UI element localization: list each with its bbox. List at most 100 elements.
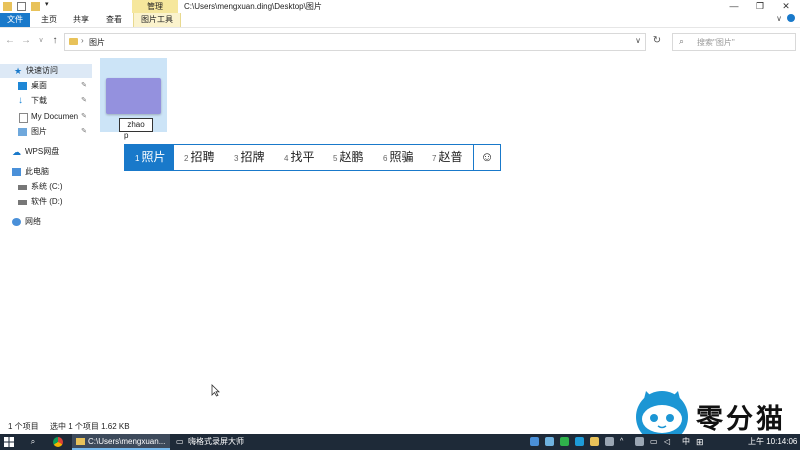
- ime-candidate-6[interactable]: 6 照骗: [383, 145, 413, 170]
- taskbar: ⌕ C:\Users\mengxuan... ▭ 嗨格式录屏大师 ^ ▭ ◁ 中…: [0, 434, 800, 450]
- nav-this-pc[interactable]: 此电脑: [0, 165, 92, 179]
- ime-candidate-3[interactable]: 3 招牌: [234, 145, 264, 170]
- taskbar-recorder-label: 嗨格式录屏大师: [188, 437, 244, 446]
- nav-item-downloads[interactable]: ↓ 下载 ✎: [0, 94, 92, 108]
- ime-layout-icon[interactable]: ⊞: [696, 434, 704, 450]
- nav-label: 软件 (D:): [31, 197, 63, 206]
- chevron-down-icon[interactable]: ∨: [635, 36, 641, 45]
- folder-icon: [69, 38, 78, 45]
- tab-view[interactable]: 查看: [101, 13, 127, 27]
- desktop-icon: [18, 82, 27, 90]
- folder-icon: [3, 2, 12, 11]
- pin-icon: ✎: [81, 128, 87, 135]
- nav-drive-c[interactable]: 系统 (C:): [0, 180, 92, 194]
- tab-home[interactable]: 主页: [36, 13, 62, 27]
- recent-locations-icon[interactable]: ∨: [35, 35, 47, 47]
- forward-arrow-icon[interactable]: →: [20, 35, 32, 47]
- ime-candidate-bar: 1 照片 2 招聘 3 招牌 4 找平 5 赵鹏 6 照骗 7 赵普 ☺: [124, 144, 501, 171]
- nav-wps-drive[interactable]: ☁ WPS网盘: [0, 145, 92, 159]
- back-arrow-icon[interactable]: ←: [4, 35, 16, 47]
- drive-icon: [18, 200, 27, 205]
- nav-label: WPS网盘: [25, 147, 60, 156]
- manage-tab[interactable]: 管理: [132, 0, 178, 13]
- mouse-cursor-icon: [211, 384, 220, 397]
- search-icon[interactable]: ⌕: [27, 434, 39, 450]
- tab-picture-tools[interactable]: 图片工具: [133, 13, 181, 27]
- tray-app-icon[interactable]: [635, 437, 644, 446]
- breadcrumb-pictures[interactable]: 图片: [89, 37, 105, 48]
- nav-network[interactable]: 网络: [0, 215, 92, 229]
- tray-app-icon[interactable]: [530, 437, 539, 446]
- volume-icon[interactable]: ◁: [664, 434, 670, 450]
- customize-toolbar-icon[interactable]: ▾: [45, 0, 49, 8]
- navigation-pane: ★ 快速访问 桌面 ✎ ↓ 下载 ✎ My Documen ✎ 图片 ✎ ☁ W…: [0, 58, 92, 418]
- nav-label: 下载: [31, 96, 47, 105]
- rename-input[interactable]: zhao: [119, 118, 153, 132]
- new-folder-icon[interactable]: [31, 2, 40, 11]
- tray-app-icon[interactable]: [590, 437, 599, 446]
- nav-label: 此电脑: [25, 167, 49, 176]
- clock[interactable]: 上午 10:14:06: [748, 434, 797, 450]
- refresh-icon[interactable]: ↻: [648, 33, 666, 51]
- help-icon[interactable]: [787, 14, 795, 22]
- download-icon: ↓: [18, 95, 23, 106]
- title-bar: ▾: [0, 0, 800, 13]
- window-title: C:\Users\mengxuan.ding\Desktop\图片: [184, 2, 322, 11]
- ime-indicator[interactable]: 中: [680, 434, 692, 450]
- nav-item-pictures[interactable]: 图片 ✎: [0, 125, 92, 139]
- tray-app-icon[interactable]: [605, 437, 614, 446]
- ime-candidate-4[interactable]: 4 找平: [284, 145, 314, 170]
- ime-candidate-2[interactable]: 2 招聘: [184, 145, 214, 170]
- image-thumbnail[interactable]: [106, 78, 161, 114]
- expand-ribbon-icon[interactable]: ∨: [776, 14, 782, 23]
- computer-icon: [12, 168, 21, 176]
- star-icon: ★: [14, 66, 23, 76]
- up-arrow-icon[interactable]: ↑: [49, 35, 61, 47]
- properties-icon[interactable]: [17, 2, 26, 11]
- taskbar-recorder-button[interactable]: ▭ 嗨格式录屏大师: [172, 434, 268, 450]
- address-bar[interactable]: › 图片 ∨: [64, 33, 646, 51]
- network-icon: [12, 218, 21, 226]
- tab-share[interactable]: 共享: [68, 13, 94, 27]
- camera-icon: ▭: [176, 437, 184, 446]
- nav-item-documents[interactable]: My Documen ✎: [0, 110, 92, 124]
- cloud-icon: ☁: [12, 147, 21, 157]
- wechat-icon[interactable]: [560, 437, 569, 446]
- nav-label: My Documen: [31, 112, 79, 121]
- maximize-button[interactable]: ❐: [748, 0, 772, 13]
- ribbon-tabs: 文件 主页 共享 查看 图片工具 ∨: [0, 13, 800, 28]
- item-count: 1 个项目: [8, 422, 39, 431]
- nav-label: 系统 (C:): [31, 182, 63, 191]
- nav-item-desktop[interactable]: 桌面 ✎: [0, 79, 92, 93]
- nav-drive-d[interactable]: 软件 (D:): [0, 195, 92, 209]
- tray-app-icon[interactable]: [545, 437, 554, 446]
- chrome-icon[interactable]: [53, 437, 63, 447]
- taskbar-explorer-button[interactable]: C:\Users\mengxuan...: [72, 434, 170, 450]
- pin-icon: ✎: [81, 97, 87, 104]
- nav-label: 桌面: [31, 81, 47, 90]
- taskbar-explorer-label: C:\Users\mengxuan...: [88, 437, 166, 446]
- qq-icon[interactable]: [575, 437, 584, 446]
- nav-label: 网络: [25, 217, 41, 226]
- ime-candidate-1[interactable]: 1 照片: [125, 145, 174, 170]
- tab-file[interactable]: 文件: [0, 13, 30, 27]
- ime-candidate-7[interactable]: 7 赵普: [432, 145, 462, 170]
- pin-icon: ✎: [81, 82, 87, 89]
- nav-label: 图片: [31, 127, 47, 136]
- nav-label: 快速访问: [26, 66, 58, 75]
- search-placeholder: 搜索"图片": [697, 38, 735, 47]
- nav-quick-access[interactable]: ★ 快速访问: [0, 64, 92, 78]
- windows-start-icon[interactable]: [4, 437, 14, 447]
- ime-composition: p: [124, 131, 129, 140]
- network-icon[interactable]: ▭: [650, 434, 658, 450]
- close-button[interactable]: ✕: [774, 0, 798, 13]
- ime-candidate-5[interactable]: 5 赵鹏: [333, 145, 363, 170]
- folder-icon: [76, 438, 85, 445]
- breadcrumb-separator-icon[interactable]: ›: [81, 36, 84, 45]
- pictures-icon: [18, 128, 27, 136]
- search-input[interactable]: ⌕ 搜索"图片": [672, 33, 796, 51]
- minimize-button[interactable]: —: [722, 0, 746, 13]
- emoji-icon[interactable]: ☺: [473, 145, 500, 170]
- tray-expand-icon[interactable]: ^: [620, 434, 623, 450]
- documents-icon: [19, 113, 28, 123]
